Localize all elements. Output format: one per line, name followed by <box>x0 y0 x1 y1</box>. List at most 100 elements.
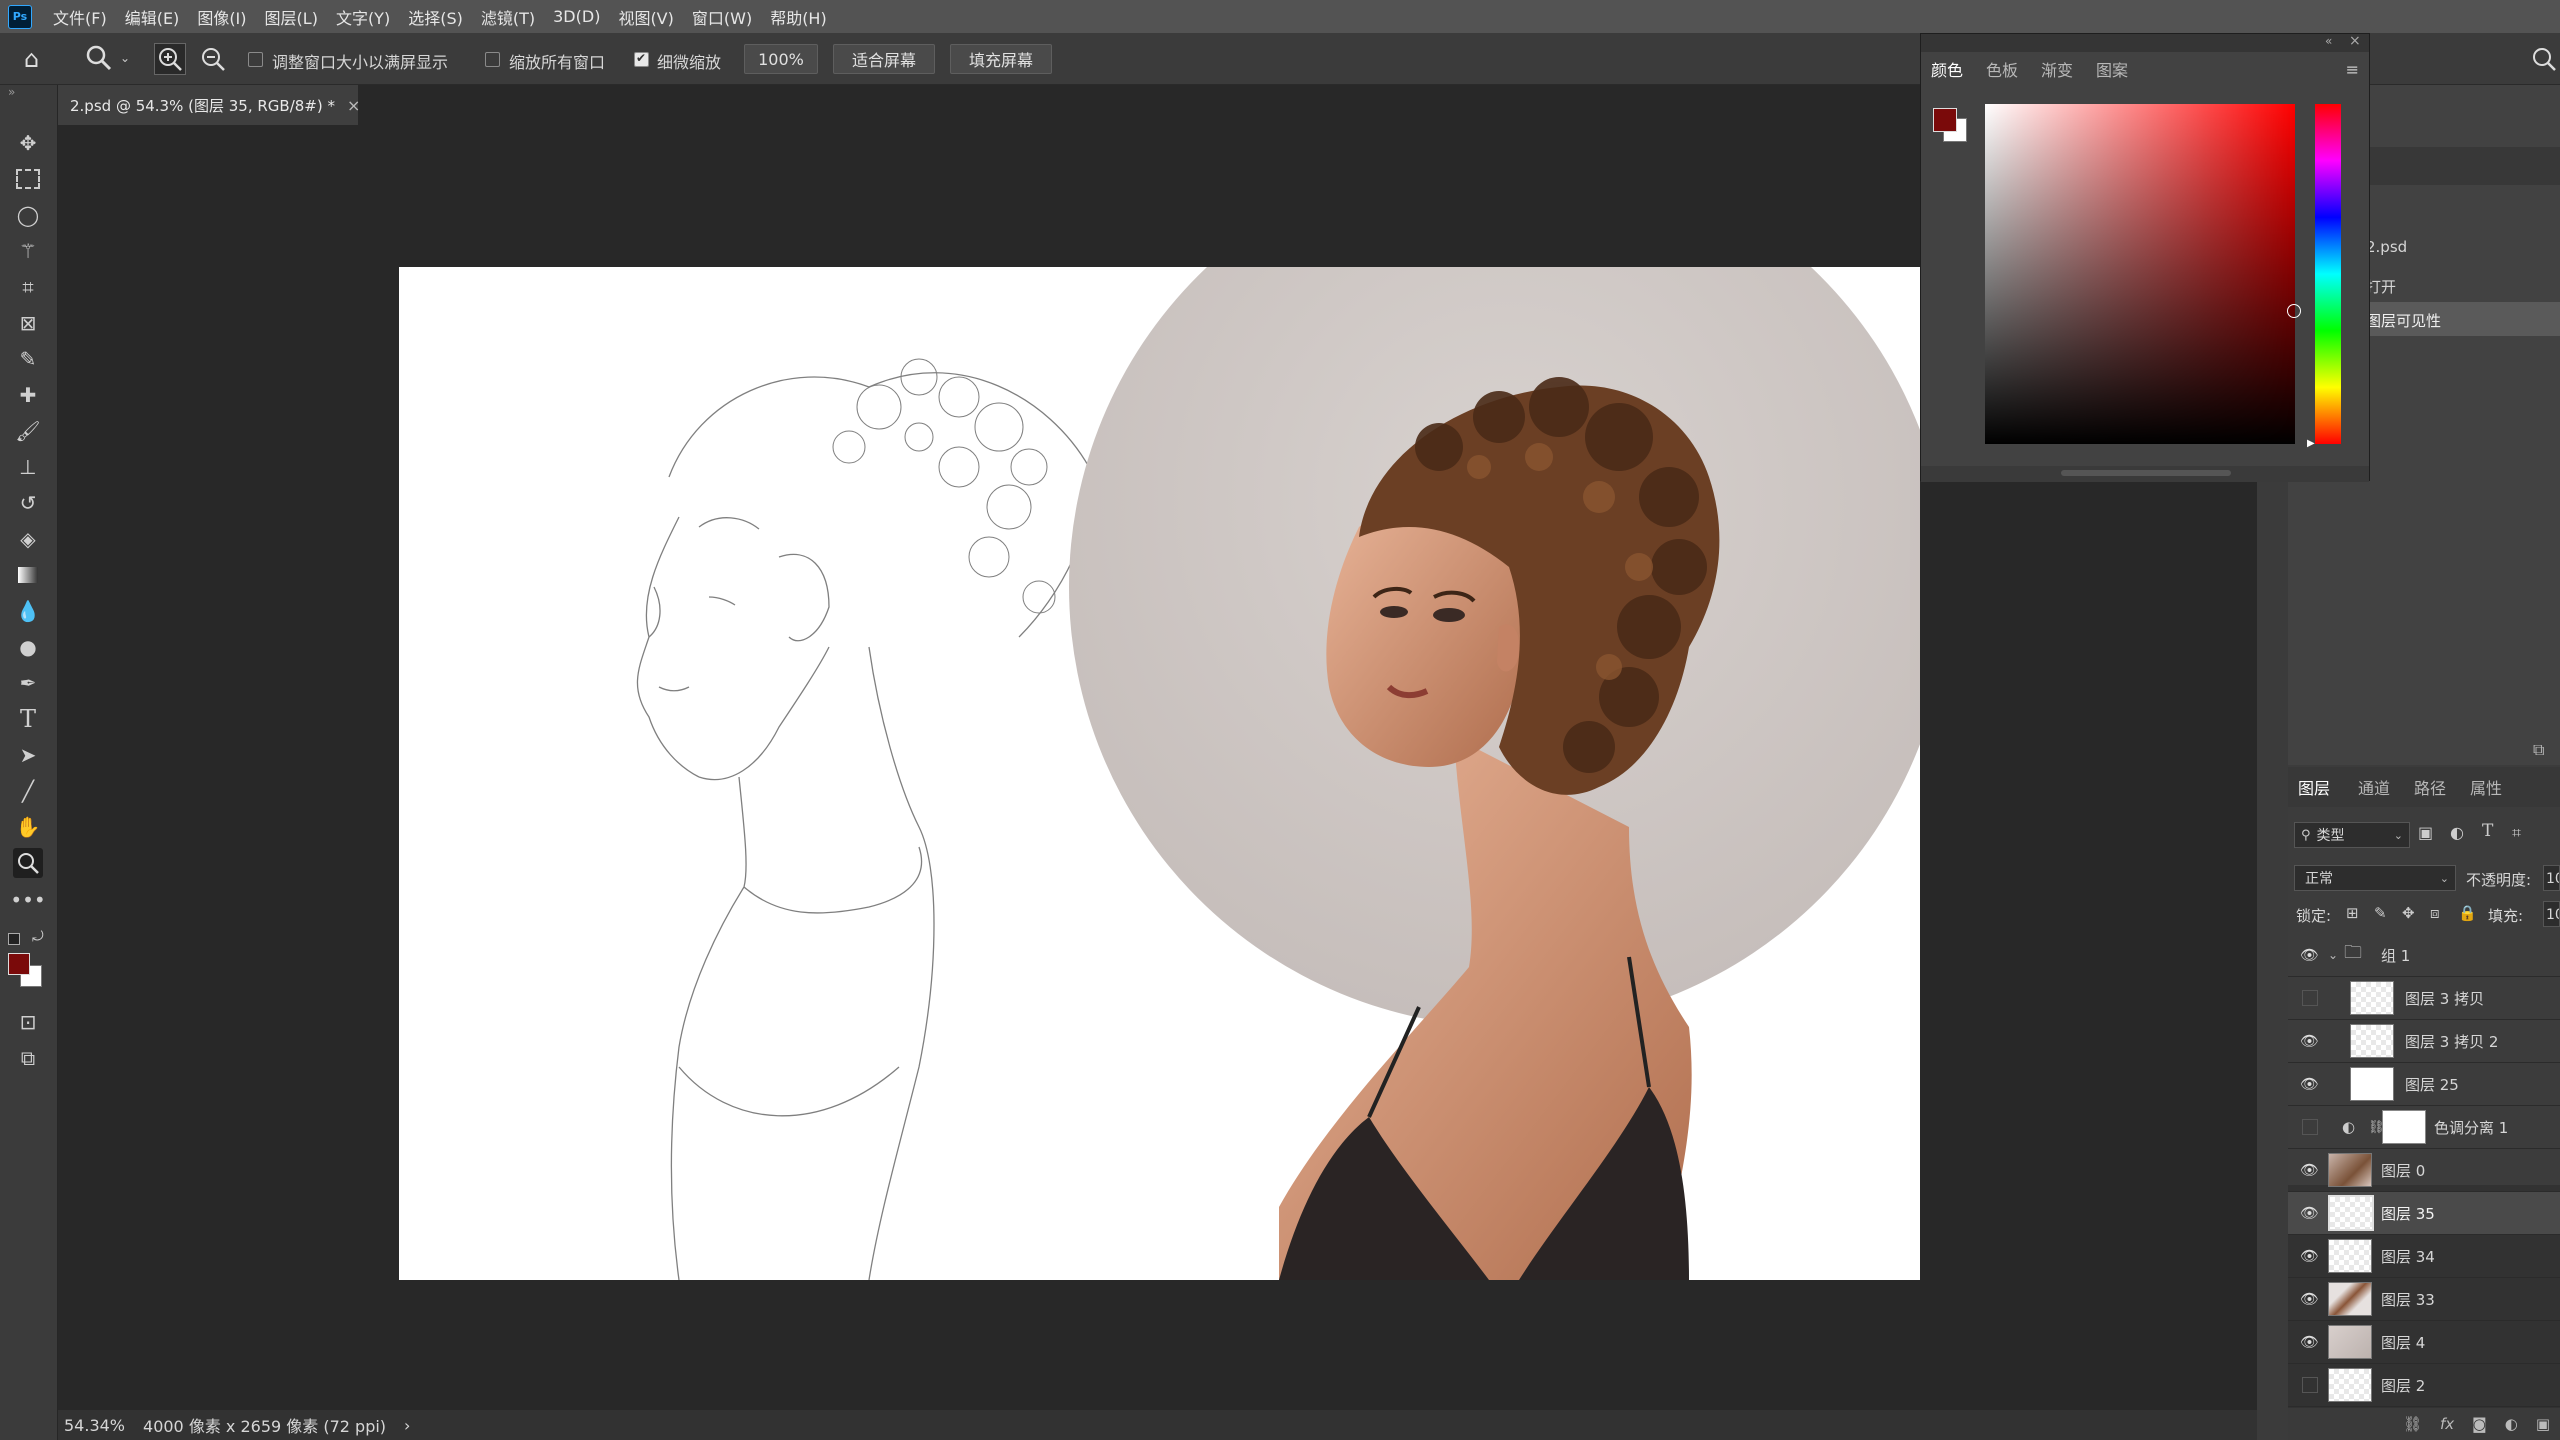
path-selection-tool-icon[interactable]: ➤ <box>13 740 43 770</box>
close-tab-icon[interactable]: × <box>347 96 360 115</box>
document-canvas[interactable] <box>399 267 1920 1280</box>
collapse-arrows-icon[interactable]: » <box>8 85 15 99</box>
lasso-tool-icon[interactable]: ◯ <box>13 200 43 230</box>
magic-wand-tool-icon[interactable]: ⚚ <box>13 236 43 266</box>
layer-row[interactable]: 👁 图层 34 <box>2288 1235 2560 1278</box>
brush-tool-icon[interactable]: 🖌 <box>13 416 43 446</box>
eye-icon[interactable]: 👁 <box>2300 1290 2319 1308</box>
opacity-input[interactable]: 10 <box>2543 865 2560 891</box>
marquee-tool-icon[interactable] <box>13 164 43 194</box>
foreground-color-swatch[interactable] <box>8 953 30 975</box>
tab-swatches[interactable]: 色板 <box>1986 57 2041 81</box>
layer-row-group[interactable]: 👁 ⌄ 🗀 组 1 <box>2288 934 2560 977</box>
type-tool-icon[interactable]: T <box>13 704 43 734</box>
eye-icon[interactable]: 👁 <box>2300 1247 2319 1265</box>
eye-icon[interactable]: 👁 <box>2300 1075 2319 1093</box>
eye-icon[interactable]: 👁 <box>2300 1204 2319 1222</box>
saturation-value-field[interactable] <box>1985 104 2301 444</box>
dodge-tool-icon[interactable]: ● <box>13 632 43 662</box>
healing-brush-tool-icon[interactable]: ✚ <box>13 380 43 410</box>
collapse-icon[interactable]: « <box>2325 34 2332 48</box>
layer-row[interactable]: 👁 图层 4 <box>2288 1321 2560 1364</box>
filter-shape-icon[interactable]: ⌗ <box>2512 823 2521 843</box>
zoom-tool-icon[interactable] <box>84 43 114 73</box>
visibility-toggle-empty[interactable] <box>2302 1377 2318 1393</box>
lock-all-icon[interactable]: 🔒 <box>2458 904 2477 922</box>
chevron-down-icon[interactable]: ⌄ <box>2328 948 2338 962</box>
menu-image[interactable]: 图像(I) <box>188 5 255 29</box>
history-snapshot-name[interactable]: 2.psd <box>2366 238 2407 256</box>
tab-patterns[interactable]: 图案 <box>2096 57 2151 81</box>
fill-input[interactable]: 10 <box>2543 901 2560 927</box>
lock-position-icon[interactable]: ✥ <box>2402 904 2415 922</box>
tab-channels[interactable]: 通道 <box>2358 775 2414 799</box>
filter-type-icon[interactable]: T <box>2482 821 2493 841</box>
more-tools-icon[interactable]: ••• <box>10 885 45 915</box>
swap-colors-icon[interactable]: ⤾ <box>32 929 44 945</box>
zoom-in-icon[interactable] <box>154 43 186 75</box>
panel-menu-icon[interactable]: ≡ <box>2346 60 2359 79</box>
menu-select[interactable]: 选择(S) <box>399 5 472 29</box>
tab-gradients[interactable]: 渐变 <box>2041 57 2096 81</box>
search-icon[interactable] <box>2530 45 2558 73</box>
pen-tool-icon[interactable]: ✒ <box>13 668 43 698</box>
close-icon[interactable]: × <box>2349 33 2361 49</box>
layer-row[interactable]: 👁 图层 0 <box>2288 1149 2560 1192</box>
tab-paths[interactable]: 路径 <box>2414 775 2470 799</box>
layer-row-selected[interactable]: 👁 图层 35 <box>2288 1192 2560 1235</box>
status-chevron-right-icon[interactable]: › <box>404 1416 410 1435</box>
eye-icon[interactable]: 👁 <box>2300 1161 2319 1179</box>
move-tool-icon[interactable]: ✥ <box>13 128 43 158</box>
chevron-down-icon[interactable]: ⌄ <box>120 51 130 65</box>
screen-mode-icon[interactable]: ⧉ <box>13 1043 43 1073</box>
menu-file[interactable]: 文件(F) <box>44 5 116 29</box>
fill-screen-button[interactable]: 填充屏幕 <box>950 44 1052 74</box>
menu-help[interactable]: 帮助(H) <box>761 5 836 29</box>
layer-row[interactable]: 图层 3 拷贝 <box>2288 977 2560 1020</box>
layer-row[interactable]: 图层 2 <box>2288 1364 2560 1407</box>
zoom-tool-icon[interactable] <box>13 848 43 878</box>
eyedropper-tool-icon[interactable]: ✎ <box>13 344 43 374</box>
new-adjustment-icon[interactable]: ◐ <box>2505 1415 2518 1433</box>
hue-slider-handle-icon[interactable]: ▶ <box>2307 438 2315 449</box>
scrubby-zoom-checkbox[interactable] <box>634 51 649 67</box>
menu-view[interactable]: 视图(V) <box>609 5 682 29</box>
filter-pixel-icon[interactable]: ▣ <box>2418 823 2433 842</box>
tab-color[interactable]: 颜色 <box>1931 57 1986 81</box>
default-colors-icon[interactable] <box>8 933 20 945</box>
new-layer-icon[interactable]: ▣ <box>2536 1415 2550 1433</box>
document-tab[interactable]: 2.psd @ 54.3% (图层 35, RGB/8#) * × <box>58 85 360 125</box>
color-panel-titlebar[interactable]: « × <box>1921 33 2369 52</box>
eye-icon[interactable]: 👁 <box>2300 1032 2319 1050</box>
blend-mode-select[interactable]: 正常 ⌄ <box>2294 865 2456 891</box>
quick-mask-icon[interactable]: ⊡ <box>13 1007 43 1037</box>
foreground-color-chip[interactable] <box>1933 108 1957 132</box>
layer-row[interactable]: 👁 图层 33 <box>2288 1278 2560 1321</box>
menu-window[interactable]: 窗口(W) <box>683 5 761 29</box>
layer-filter-select[interactable]: ⚲ 类型 ⌄ <box>2294 822 2410 848</box>
panel-scrollbar[interactable] <box>2061 470 2231 476</box>
zoom-100-button[interactable]: 100% <box>744 44 818 74</box>
eraser-tool-icon[interactable]: ◈ <box>13 524 43 554</box>
menu-type[interactable]: 文字(Y) <box>327 5 399 29</box>
tab-properties[interactable]: 属性 <box>2470 775 2526 799</box>
filter-adjustment-icon[interactable]: ◐ <box>2450 823 2464 842</box>
menu-filter[interactable]: 滤镜(T) <box>472 5 544 29</box>
visibility-toggle-empty[interactable] <box>2302 990 2318 1006</box>
zoom-all-windows-checkbox[interactable] <box>485 52 500 67</box>
eye-icon[interactable]: 👁 <box>2300 946 2319 964</box>
hand-tool-icon[interactable]: ✋ <box>13 812 43 842</box>
zoom-out-icon[interactable] <box>198 44 228 74</box>
fx-icon[interactable]: fx <box>2440 1415 2454 1433</box>
menu-layer[interactable]: 图层(L) <box>256 5 327 29</box>
frame-tool-icon[interactable]: ⊠ <box>13 308 43 338</box>
resize-windows-checkbox[interactable] <box>248 52 263 67</box>
menu-edit[interactable]: 编辑(E) <box>116 5 189 29</box>
layer-row[interactable]: ◐ ⛓ 色调分离 1 <box>2288 1106 2560 1149</box>
color-picker-cursor[interactable] <box>2287 304 2301 318</box>
layer-row[interactable]: 👁 图层 3 拷贝 2 <box>2288 1020 2560 1063</box>
gradient-tool-icon[interactable] <box>13 560 43 590</box>
tab-layers[interactable]: 图层 <box>2298 775 2358 799</box>
home-icon[interactable]: ⌂ <box>24 45 52 73</box>
zoom-level[interactable]: 54.34% <box>64 1416 125 1435</box>
